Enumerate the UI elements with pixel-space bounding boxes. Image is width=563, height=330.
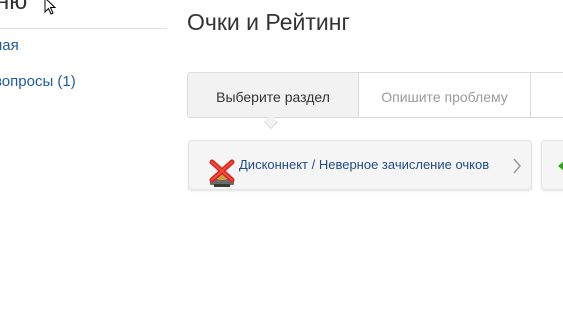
tab-select-section[interactable]: Выберите раздел	[188, 73, 359, 117]
sidebar-divider	[0, 28, 167, 29]
page-title: Очки и Рейтинг	[187, 9, 350, 35]
chevron-right-icon	[513, 158, 521, 174]
sidebar-menu-title: ню	[0, 0, 28, 15]
sidebar-item-link-1[interactable]: ная	[0, 37, 19, 54]
green-arrow-icon	[558, 161, 563, 171]
step-tabs: Выберите раздел Опишите проблему	[187, 72, 563, 118]
category-card-disconnect[interactable]: Дисконнект / Неверное зачисление очков	[188, 140, 532, 190]
sidebar-item-questions[interactable]: вопросы (1)	[0, 73, 76, 90]
tab-describe-problem[interactable]: Опишите проблему	[359, 73, 531, 117]
card-label: Дисконнект / Неверное зачисление очков	[239, 157, 490, 172]
disconnect-x-icon	[209, 159, 235, 187]
category-card-2[interactable]	[541, 140, 563, 190]
mouse-cursor-icon	[44, 0, 57, 15]
